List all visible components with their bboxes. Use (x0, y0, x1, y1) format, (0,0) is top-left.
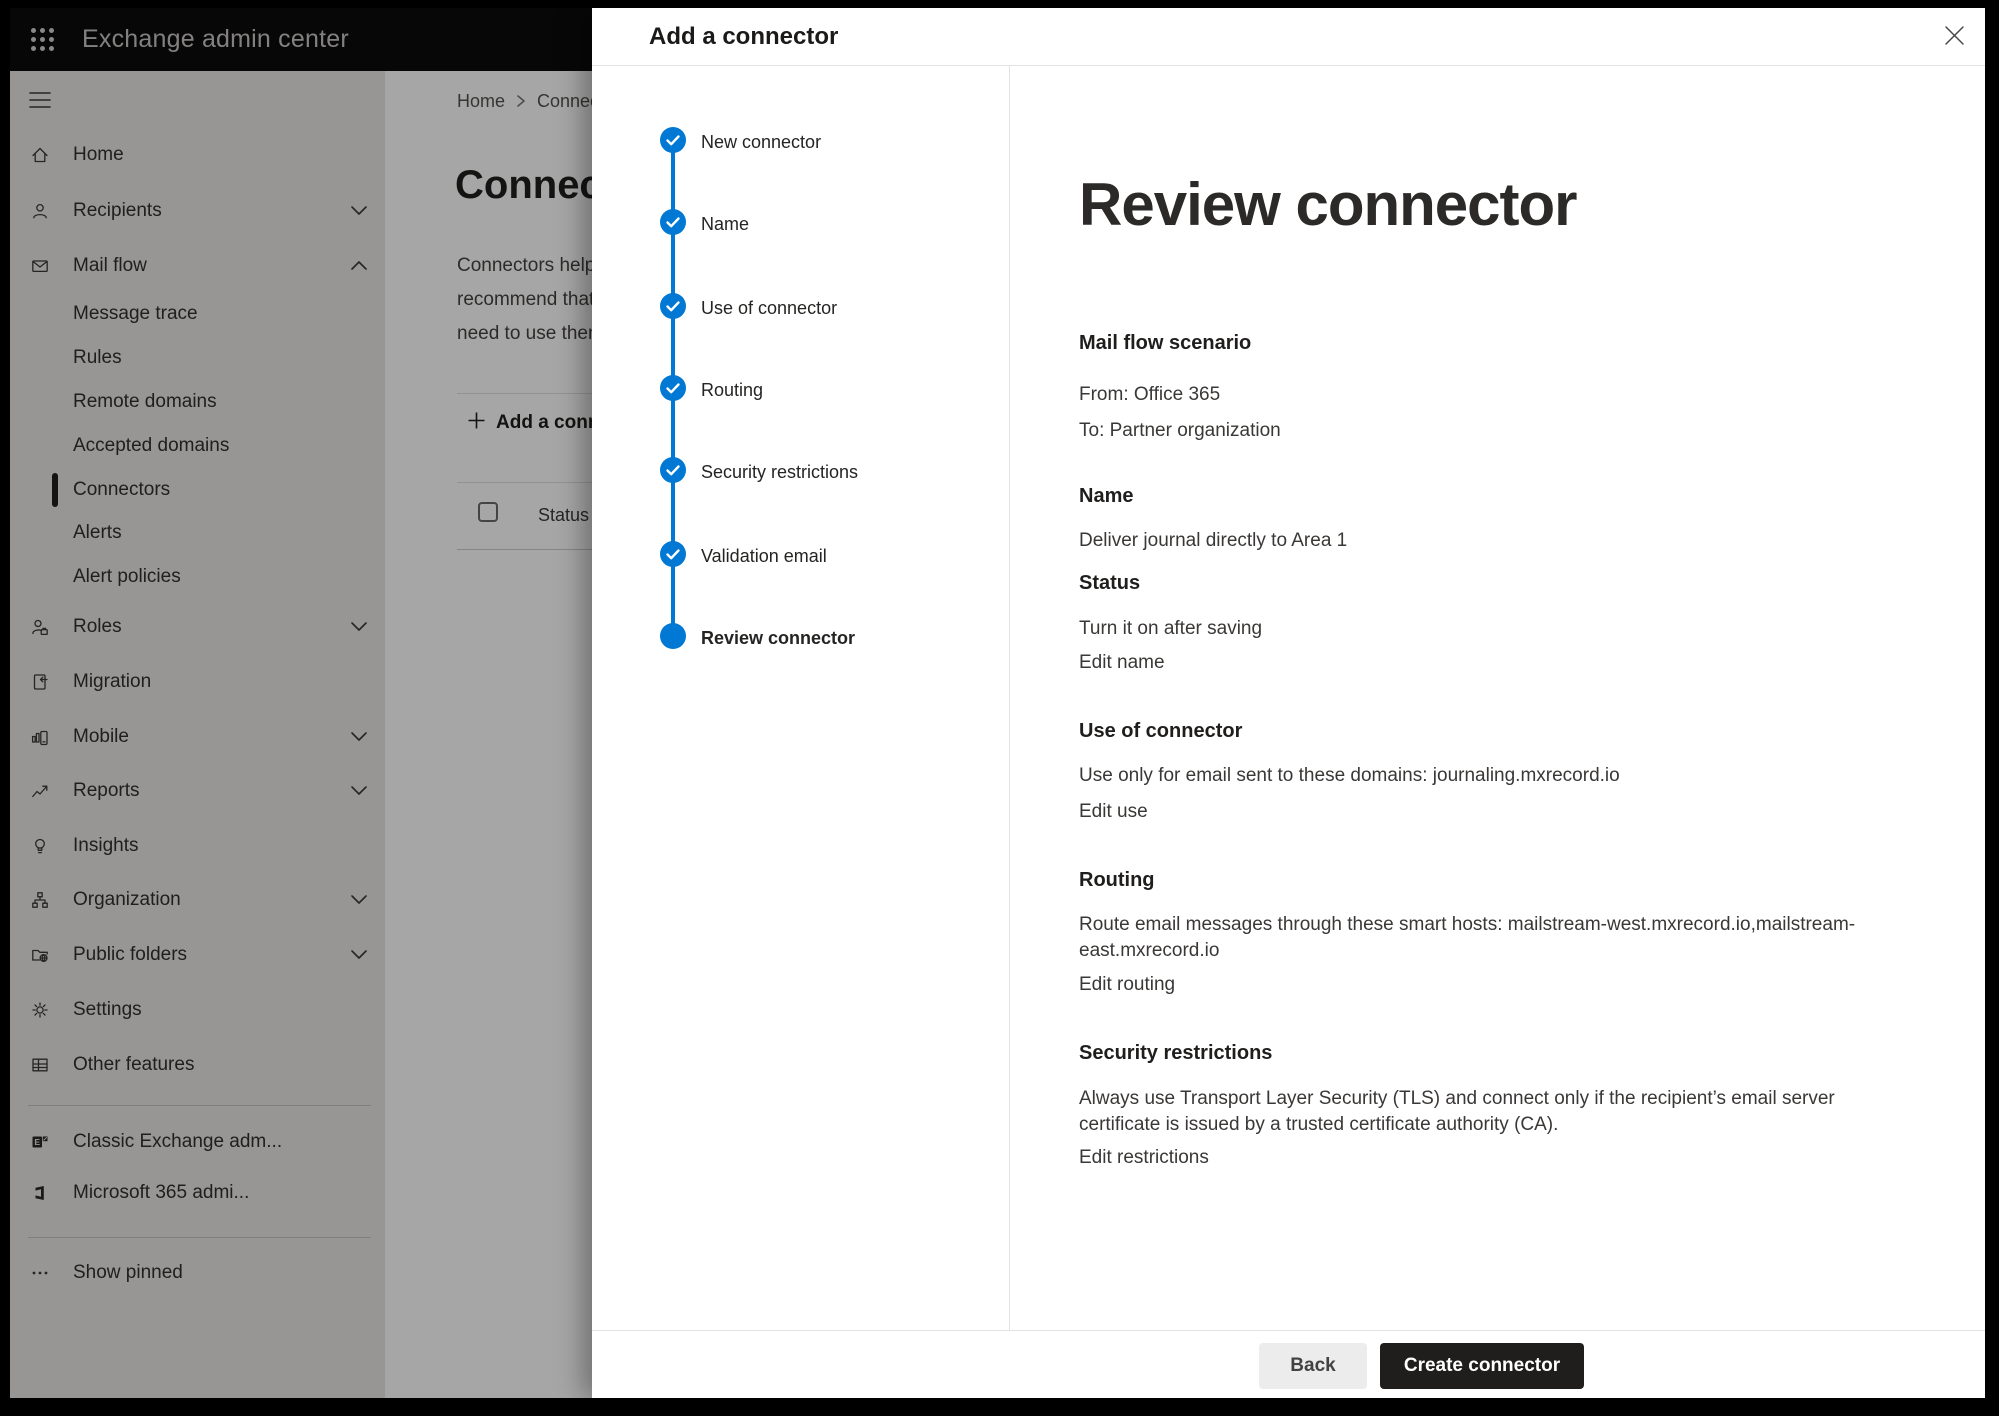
modal-body: New connector Name Use of connector Rout… (592, 66, 1985, 1330)
routing-value: Route email messages through these smart… (1079, 912, 1919, 964)
modal-footer: Back Create connector (592, 1330, 1985, 1398)
review-panel: Review connector Mail flow scenario From… (1010, 66, 1985, 1330)
security-restrictions-value: Always use Transport Layer Security (TLS… (1079, 1086, 1919, 1138)
create-connector-button[interactable]: Create connector (1380, 1343, 1584, 1389)
wizard-step-review-connector[interactable]: Review connector (660, 623, 855, 654)
close-button[interactable] (1934, 18, 1974, 58)
edit-use-link[interactable]: Edit use (1079, 801, 1148, 823)
modal-title: Add a connector (649, 23, 838, 51)
edit-restrictions-link[interactable]: Edit restrictions (1079, 1147, 1209, 1169)
step-complete-icon (660, 293, 686, 324)
step-complete-icon (660, 127, 686, 158)
status-section-title: Status (1079, 572, 1140, 595)
wizard-step-validation-email[interactable]: Validation email (660, 541, 827, 572)
name-value: Deliver journal directly to Area 1 (1079, 528, 1347, 554)
name-section-title: Name (1079, 485, 1133, 508)
wizard-step-name[interactable]: Name (660, 209, 749, 240)
step-complete-icon (660, 457, 686, 488)
step-complete-icon (660, 375, 686, 406)
status-value: Turn it on after saving (1079, 616, 1262, 642)
security-restrictions-title: Security restrictions (1079, 1042, 1272, 1065)
wizard-steps-panel: New connector Name Use of connector Rout… (592, 66, 1010, 1330)
use-of-connector-title: Use of connector (1079, 720, 1242, 743)
modal-header: Add a connector (592, 8, 1985, 66)
step-current-icon (660, 623, 686, 654)
mail-flow-from: From: Office 365 (1079, 382, 1220, 408)
step-complete-icon (660, 209, 686, 240)
mail-flow-to: To: Partner organization (1079, 418, 1281, 444)
wizard-step-use-of-connector[interactable]: Use of connector (660, 293, 837, 324)
wizard-step-security-restrictions[interactable]: Security restrictions (660, 457, 858, 488)
routing-title: Routing (1079, 869, 1155, 892)
add-connector-modal: Add a connector New connector Name (592, 8, 1985, 1398)
edit-name-link[interactable]: Edit name (1079, 652, 1165, 674)
mail-flow-scenario-title: Mail flow scenario (1079, 332, 1251, 355)
back-button[interactable]: Back (1259, 1343, 1367, 1389)
review-heading: Review connector (1079, 170, 1577, 239)
step-complete-icon (660, 541, 686, 572)
exchange-admin-app: Exchange admin center Home Recipients Ma… (10, 8, 1985, 1398)
wizard-step-new-connector[interactable]: New connector (660, 127, 821, 158)
edit-routing-link[interactable]: Edit routing (1079, 974, 1175, 996)
wizard-step-routing[interactable]: Routing (660, 375, 763, 406)
use-of-connector-value: Use only for email sent to these domains… (1079, 763, 1620, 789)
close-icon (1944, 25, 1965, 51)
